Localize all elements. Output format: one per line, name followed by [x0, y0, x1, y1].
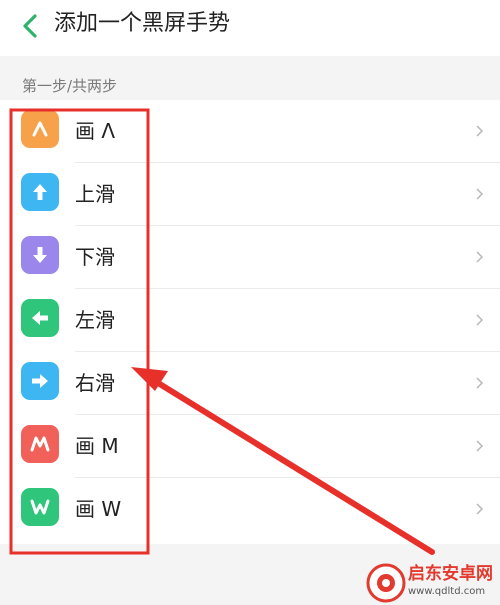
caret-up-glyph-icon	[32, 121, 48, 137]
chevron-right-icon	[476, 125, 484, 137]
site-watermark: 启东安卓网 www.qdltd.com	[366, 560, 500, 605]
gesture-row-draw-caret[interactable]: 画 Λ	[0, 100, 500, 163]
chevron-right-icon	[476, 503, 484, 515]
chevron-right-icon	[476, 314, 484, 326]
gesture-label: 上滑	[75, 182, 115, 206]
gesture-row-swipe-right[interactable]: 右滑	[0, 352, 500, 415]
step-indicator: 第一步/共两步	[22, 77, 118, 95]
gesture-label: 右滑	[75, 371, 115, 395]
gesture-settings-screen: 添加一个黑屏手势 第一步/共两步 画 Λ 上滑 下滑 左滑 右滑 画 M 画 W…	[0, 0, 500, 605]
gesture-tile	[21, 236, 59, 274]
watermark-title: 启东安卓网	[408, 564, 493, 584]
gesture-label: 左滑	[75, 308, 115, 332]
chevron-right-icon	[476, 440, 484, 452]
gesture-label: 画 Λ	[75, 119, 116, 143]
letter-m-icon	[30, 436, 50, 452]
chevron-left-icon	[23, 14, 37, 38]
gesture-tile	[21, 362, 59, 400]
arrow-down-icon	[33, 247, 47, 263]
gesture-tile	[21, 110, 59, 148]
gesture-label: 画 M	[75, 434, 119, 458]
gesture-row-draw-m[interactable]: 画 M	[0, 415, 500, 478]
chevron-right-icon	[476, 251, 484, 263]
gesture-label: 画 W	[75, 497, 122, 521]
gesture-label: 下滑	[75, 245, 115, 269]
chevron-right-icon	[476, 188, 484, 200]
gesture-row-swipe-left[interactable]: 左滑	[0, 289, 500, 352]
back-button[interactable]	[12, 8, 48, 44]
chevron-right-icon	[476, 377, 484, 389]
arrow-up-icon	[33, 184, 47, 200]
top-bar: 添加一个黑屏手势	[0, 0, 500, 56]
watermark-logo-icon	[366, 563, 406, 603]
arrow-left-icon	[32, 311, 48, 325]
gesture-list: 画 Λ 上滑 下滑 左滑 右滑 画 M 画 W	[0, 100, 500, 544]
gesture-row-draw-w[interactable]: 画 W	[0, 478, 500, 541]
letter-w-icon	[30, 499, 50, 515]
gesture-tile	[21, 425, 59, 463]
page-title: 添加一个黑屏手势	[54, 11, 231, 36]
gesture-tile	[21, 488, 59, 526]
watermark-url: www.qdltd.com	[408, 586, 486, 597]
gesture-row-swipe-up[interactable]: 上滑	[0, 163, 500, 226]
gesture-row-swipe-down[interactable]: 下滑	[0, 226, 500, 289]
gesture-tile	[21, 173, 59, 211]
arrow-right-icon	[32, 374, 48, 388]
gesture-tile	[21, 299, 59, 337]
